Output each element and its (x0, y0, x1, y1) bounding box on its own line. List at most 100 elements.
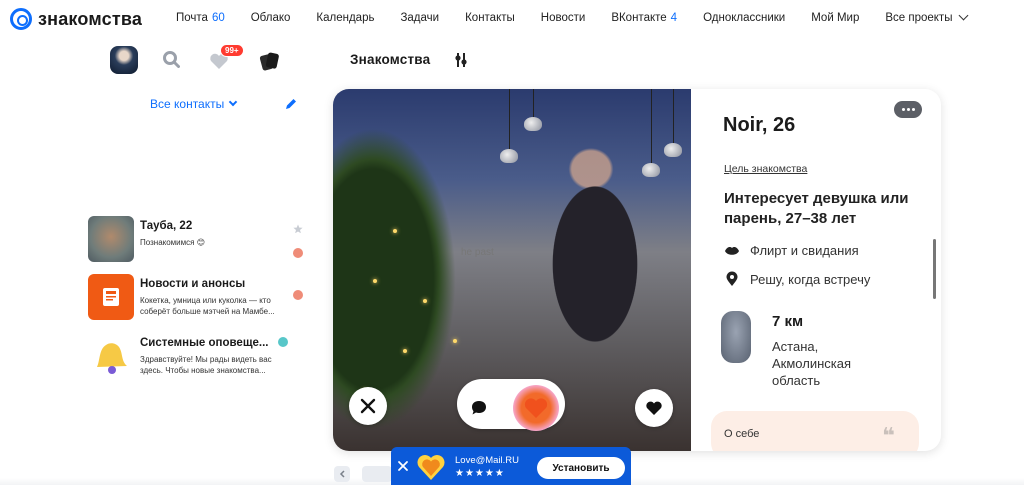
contact-message: Кокетка, умница или куколка — кто соберё… (140, 296, 275, 316)
pencil-icon[interactable] (284, 97, 298, 111)
close-icon (360, 398, 376, 414)
pager-strip (362, 466, 392, 482)
list-item[interactable]: Новости и анонсы Кокетка, умница или кук… (88, 274, 308, 320)
wall-sign: he past (461, 247, 494, 258)
location-pin-icon (726, 271, 738, 286)
nav-item-tasks[interactable]: Задачи (400, 12, 439, 24)
distance: 7 км (772, 313, 804, 330)
nav-items: Почта 60 Облако Календарь Задачи Контакты… (176, 10, 993, 24)
scrollbar[interactable] (933, 239, 936, 299)
tree-light (403, 349, 407, 353)
message-button[interactable] (460, 389, 498, 427)
online-indicator (278, 337, 288, 347)
lips-icon (725, 246, 739, 255)
tree-light (393, 229, 397, 233)
nav-label: Календарь (316, 12, 375, 24)
news-icon (103, 288, 119, 306)
app-promo-banner: Love@Mail.RU ★★★★★ Установить (391, 447, 631, 485)
lamp-cord (651, 89, 652, 165)
location-avatar (721, 311, 751, 363)
tag-meeting: Решу, когда встречу (724, 271, 870, 287)
goal-label[interactable]: Цель знакомства (724, 163, 807, 175)
logo[interactable]: знакомства (10, 8, 142, 30)
nav-item-vk[interactable]: ВКонтакте 4 (611, 12, 677, 24)
goal-text: Интересует девушка или парень, 27–38 лет (724, 190, 909, 227)
page-title: Знакомства (350, 52, 431, 67)
nav-label: Мой Мир (811, 12, 860, 24)
tag-label: Решу, когда встречу (750, 271, 871, 287)
bell-icon (97, 343, 127, 374)
lamp-cord (509, 89, 510, 151)
remove-icon[interactable] (293, 248, 303, 258)
tree-light (373, 279, 377, 283)
install-button[interactable]: Установить (537, 457, 625, 479)
nav-label: Новости (540, 12, 586, 24)
nav-label: Облако (250, 12, 291, 24)
chat-bubble-icon (472, 401, 486, 415)
lamp (524, 117, 542, 131)
contact-name: Системные оповеще... (140, 337, 269, 349)
avatar (88, 274, 134, 320)
avatar (88, 216, 134, 262)
filter-icon[interactable] (454, 52, 468, 68)
avatar (88, 333, 134, 379)
nav-item-ok[interactable]: Одноклассники (703, 12, 785, 24)
user-avatar[interactable] (110, 46, 138, 74)
list-item[interactable]: Тауба, 22 Познакомимся 😊 (88, 216, 308, 262)
tree-light (423, 299, 427, 303)
nav-count: 4 (670, 12, 678, 24)
at-logo-icon (10, 8, 32, 30)
super-like-button[interactable] (513, 385, 559, 431)
nav-item-calendar[interactable]: Календарь (316, 12, 374, 24)
all-contacts-dropdown[interactable]: Все контакты (150, 97, 238, 111)
chevron-down-icon (959, 10, 969, 21)
tag-flirt: Флирт и свидания (724, 243, 859, 258)
list-item[interactable]: Системные оповеще... Здравствуйте! Мы ра… (88, 333, 308, 379)
nav-label: Одноклассники (703, 12, 786, 24)
lamp (642, 163, 660, 177)
like-button[interactable] (635, 389, 673, 427)
lamp-cord (673, 89, 674, 145)
nav-item-news[interactable]: Новости (541, 12, 586, 24)
search-icon[interactable] (162, 50, 180, 68)
nav-label: Почта (176, 12, 208, 24)
nav-label: Задачи (400, 12, 440, 24)
profile-info: Noir, 26 Цель знакомства Интересует деву… (691, 89, 941, 451)
profile-name: Noir, 26 (723, 114, 796, 136)
profile-photo[interactable]: he past (333, 89, 691, 451)
nav-item-contacts[interactable]: Контакты (465, 12, 515, 24)
close-icon[interactable] (397, 460, 409, 472)
promo-app-name: Love@Mail.RU (455, 455, 520, 466)
star-icon[interactable] (293, 224, 303, 234)
nav-label: Контакты (465, 12, 515, 24)
more-options-button[interactable] (894, 101, 922, 118)
cards-icon[interactable] (258, 50, 280, 72)
tree-light (453, 339, 457, 343)
lamp (500, 149, 518, 163)
prev-button[interactable] (334, 466, 350, 482)
contact-name: Тауба, 22 (140, 220, 193, 232)
chevron-down-icon (229, 97, 238, 107)
nav-label: Все проекты (885, 12, 953, 24)
lamp (664, 143, 682, 157)
tag-label: Флирт и свидания (750, 243, 859, 258)
location: Астана, Акмолинская область (772, 339, 852, 388)
nav-item-my-world[interactable]: Мой Мир (811, 12, 859, 24)
nav-item-all-projects[interactable]: Все проекты (885, 10, 969, 24)
about-section[interactable]: О себе ❝ (711, 411, 919, 451)
nav-label: ВКонтакте (611, 12, 667, 24)
remove-icon[interactable] (293, 290, 303, 300)
dislike-button[interactable] (349, 387, 387, 425)
lamp-cord (533, 89, 534, 119)
nav-item-cloud[interactable]: Облако (251, 12, 291, 24)
all-contacts-label: Все контакты (150, 97, 225, 111)
nav-item-mail[interactable]: Почта 60 (176, 12, 225, 24)
heart-icon (646, 401, 662, 415)
chevron-left-icon (339, 470, 345, 478)
profile-card: he past Noir, 26 Цель знакомства Интерес… (333, 89, 941, 451)
love-app-icon (417, 455, 445, 480)
quote-icon: ❝ (882, 423, 895, 448)
contact-message: Познакомимся 😊 (140, 238, 206, 247)
about-label: О себе (724, 428, 760, 440)
rating-stars: ★★★★★ (455, 468, 505, 479)
